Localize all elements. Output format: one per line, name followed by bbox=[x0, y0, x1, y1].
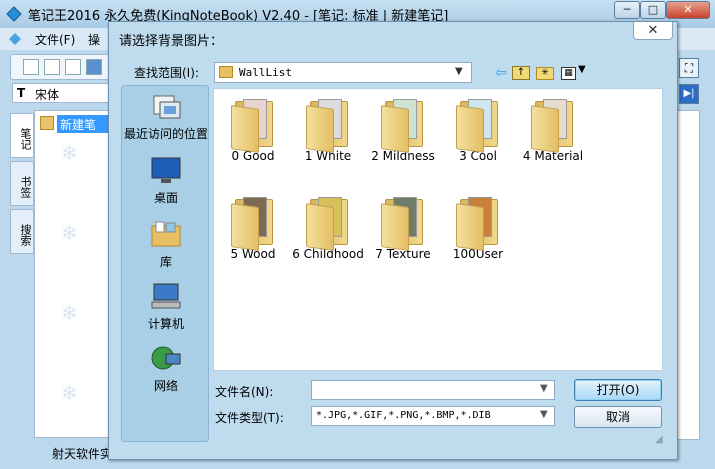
chevron-down-icon[interactable]: ▼ bbox=[540, 409, 548, 420]
back-arrow-icon[interactable]: ⇦ bbox=[492, 64, 510, 82]
folder-item[interactable]: 3 Cool bbox=[441, 91, 515, 181]
computer-icon bbox=[150, 282, 182, 312]
filename-input[interactable]: ▼ bbox=[311, 380, 555, 400]
folder-icon bbox=[306, 197, 350, 251]
tab-bookmarks[interactable]: 书签 bbox=[10, 161, 34, 206]
right-panel bbox=[675, 110, 700, 440]
place-libraries[interactable]: 库 bbox=[122, 220, 210, 270]
toolbar bbox=[10, 54, 110, 80]
place-label: 库 bbox=[159, 255, 172, 269]
window-icon[interactable] bbox=[86, 59, 102, 75]
folder-icon bbox=[306, 99, 350, 153]
view-dropdown-icon[interactable]: ▼ bbox=[578, 64, 586, 75]
chevron-down-icon[interactable]: ▼ bbox=[455, 66, 463, 77]
libraries-icon bbox=[150, 220, 182, 250]
place-label: 最近访问的位置 bbox=[123, 127, 208, 141]
font-selector[interactable]: T 宋体 bbox=[12, 83, 110, 103]
look-in-label: 查找范围(I): bbox=[134, 66, 199, 80]
chevron-down-icon[interactable]: ▼ bbox=[540, 383, 548, 394]
dialog-title: 请选择背景图片： bbox=[119, 34, 224, 49]
font-name: 宋体 bbox=[35, 88, 60, 102]
choose-background-dialog: 请选择背景图片： ✕ 查找范围(I): WallList ▼ ⇦ ↑ ✳ ▦ ▼… bbox=[108, 21, 678, 460]
app-logo-icon bbox=[6, 6, 22, 22]
tab-search[interactable]: 搜索 bbox=[10, 209, 34, 254]
snowflake-icon: ❄ bbox=[61, 221, 78, 245]
file-list: 0 Good 1 White 2 Mildness 3 Cool 4 Material 5… bbox=[213, 88, 663, 371]
folder-item[interactable]: 7 Texture bbox=[366, 189, 440, 279]
place-desktop[interactable]: 桌面 bbox=[122, 156, 210, 206]
folder-item[interactable]: 5 Wood bbox=[216, 189, 290, 279]
resize-grip-icon[interactable]: ◢ bbox=[655, 434, 669, 448]
place-label: 桌面 bbox=[153, 191, 178, 205]
folder-icon bbox=[381, 197, 425, 251]
folder-item[interactable]: 1 White bbox=[291, 91, 365, 181]
filetype-value: *.JPG,*.GIF,*.PNG,*.BMP,*.DIB bbox=[316, 410, 491, 421]
snowflake-icon: ❄ bbox=[61, 301, 78, 325]
place-network[interactable]: 网络 bbox=[122, 344, 210, 394]
places-bar: 最近访问的位置 桌面 库 计算机 网络 bbox=[121, 85, 209, 442]
place-recent[interactable]: 最近访问的位置 bbox=[122, 92, 210, 142]
folder-item[interactable]: 6 Childhood bbox=[291, 189, 365, 279]
view-menu-icon[interactable]: ▦ bbox=[561, 67, 576, 80]
diamond-icon bbox=[8, 32, 22, 46]
folder-icon bbox=[219, 66, 233, 78]
right-strip: ⛶ ▶| bbox=[675, 50, 715, 442]
recent-places-icon bbox=[150, 92, 182, 122]
dialog-close-button[interactable]: ✕ bbox=[633, 22, 673, 40]
snowflake-icon: ❄ bbox=[61, 381, 78, 405]
document-icon[interactable] bbox=[44, 59, 60, 75]
page-icon[interactable] bbox=[65, 59, 81, 75]
folder-icon bbox=[231, 99, 275, 153]
status-text: 射天软件实 bbox=[52, 447, 113, 461]
folder-icon bbox=[456, 99, 500, 153]
folder-item[interactable]: 4 Material bbox=[516, 91, 590, 181]
menu-file[interactable]: 文件(F) bbox=[35, 31, 75, 48]
filetype-select[interactable]: *.JPG,*.GIF,*.PNG,*.BMP,*.DIB ▼ bbox=[311, 406, 555, 426]
note-tree: 新建笔 ❄ ❄ ❄ ❄ bbox=[34, 110, 111, 438]
folder-item[interactable]: 0 Good bbox=[216, 91, 290, 181]
expand-icon[interactable]: ⛶ bbox=[679, 58, 699, 78]
new-folder-icon[interactable]: ✳ bbox=[536, 67, 554, 80]
tree-item-new-note[interactable]: 新建笔 bbox=[40, 115, 111, 133]
minimize-button[interactable]: ─ bbox=[614, 1, 640, 19]
place-label: 计算机 bbox=[147, 317, 184, 331]
filename-label: 文件名(N): bbox=[215, 385, 274, 399]
close-button[interactable]: ✕ bbox=[666, 1, 710, 19]
filetype-label: 文件类型(T): bbox=[215, 411, 284, 425]
note-icon bbox=[40, 116, 54, 130]
maximize-button[interactable]: □ bbox=[640, 1, 666, 19]
network-icon bbox=[150, 344, 182, 374]
place-label: 网络 bbox=[153, 379, 178, 393]
folder-icon bbox=[381, 99, 425, 153]
folder-icon bbox=[531, 99, 575, 153]
next-icon[interactable]: ▶| bbox=[679, 84, 699, 104]
look-in-value: WallList bbox=[239, 66, 292, 79]
cancel-button[interactable]: 取消 bbox=[574, 406, 662, 428]
tree-item-label: 新建笔 bbox=[60, 118, 97, 132]
folder-item[interactable]: 2 Mildness bbox=[366, 91, 440, 181]
side-tabs: 笔记 书签 搜索 bbox=[10, 113, 34, 435]
place-computer[interactable]: 计算机 bbox=[122, 282, 210, 332]
open-button[interactable]: 打开(O) bbox=[574, 379, 662, 401]
menu-operate[interactable]: 操 bbox=[88, 31, 100, 48]
desktop-icon bbox=[150, 156, 182, 186]
folder-icon bbox=[456, 197, 500, 251]
snowflake-icon: ❄ bbox=[61, 141, 78, 165]
tab-notes[interactable]: 笔记 bbox=[10, 113, 34, 158]
book-icon[interactable] bbox=[23, 59, 39, 75]
up-folder-icon[interactable]: ↑ bbox=[512, 66, 530, 80]
folder-item[interactable]: 100User bbox=[441, 189, 515, 279]
folder-icon bbox=[231, 197, 275, 251]
font-type-icon: T bbox=[17, 86, 26, 100]
look-in-dropdown[interactable]: WallList ▼ bbox=[214, 62, 472, 83]
